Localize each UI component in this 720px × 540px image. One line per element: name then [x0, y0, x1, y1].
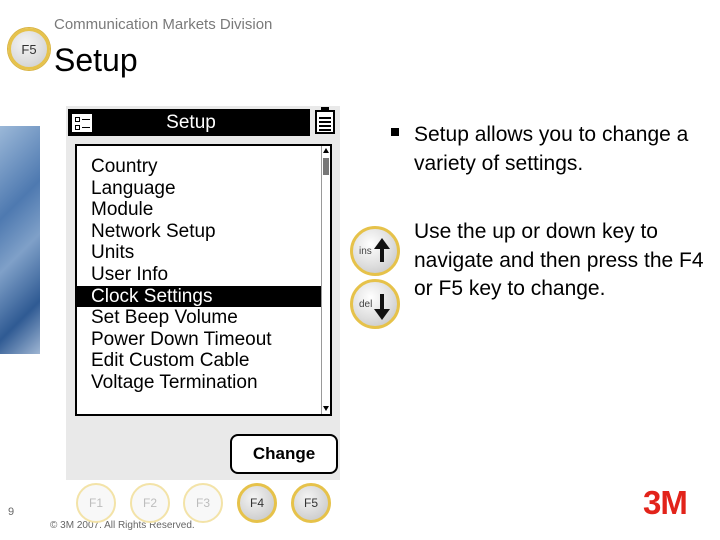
- device-titlebar: Setup: [68, 109, 310, 136]
- clipboard-icon[interactable]: [315, 107, 335, 134]
- function-key-f3[interactable]: F3: [183, 483, 223, 523]
- scroll-down-arrow-icon[interactable]: [323, 406, 329, 411]
- scroll-up-arrow-icon[interactable]: [323, 148, 329, 153]
- del-key-label: del: [359, 299, 373, 310]
- side-photo-image: [0, 126, 40, 354]
- f5-badge-label: F5: [21, 41, 37, 57]
- menu-item[interactable]: User Info: [77, 264, 324, 286]
- bullet-icon: [391, 128, 399, 136]
- function-key-f1[interactable]: F1: [76, 483, 116, 523]
- menu-item[interactable]: Country: [77, 156, 324, 178]
- setup-menu-list: Country Language Module Network Setup Units U…: [75, 144, 332, 416]
- device-screen: Setup Country Language Module Network Setup…: [66, 106, 340, 480]
- ins-key-label: ins: [359, 246, 372, 257]
- up-arrow-stem: [380, 248, 384, 262]
- menu-item[interactable]: Network Setup: [77, 221, 324, 243]
- copyright-text: © 3M 2007. All Rights Reserved.: [50, 520, 195, 531]
- menu-item[interactable]: Module: [77, 199, 324, 221]
- 3m-logo: 3M: [643, 484, 688, 521]
- description-bullet-1: Setup allows you to change a variety of …: [414, 123, 689, 175]
- down-arrow-key[interactable]: del: [350, 279, 400, 329]
- down-arrow-icon: [374, 309, 390, 320]
- menu-item[interactable]: Power Down Timeout: [77, 329, 324, 351]
- function-key-f5[interactable]: F5: [291, 483, 331, 523]
- up-arrow-key[interactable]: ins: [350, 226, 400, 276]
- scroll-thumb[interactable]: [323, 158, 329, 175]
- menu-item[interactable]: Clock Settings: [77, 285, 324, 308]
- division-name: Communication Markets Division: [54, 16, 273, 33]
- description-bullet-2: Use the up or down key to navigate and t…: [414, 220, 704, 300]
- device-title: Setup: [166, 112, 216, 133]
- menu-item[interactable]: Edit Custom Cable: [77, 350, 324, 372]
- menu-icon[interactable]: [71, 113, 93, 133]
- menu-list: Country Language Module Network Setup Units U…: [77, 156, 324, 394]
- scrollbar[interactable]: [321, 146, 330, 414]
- function-key-f2[interactable]: F2: [130, 483, 170, 523]
- menu-item[interactable]: Set Beep Volume: [77, 307, 324, 329]
- page-number: 9: [8, 506, 15, 518]
- down-arrow-stem: [380, 294, 384, 310]
- function-key-f4[interactable]: F4: [237, 483, 277, 523]
- menu-item[interactable]: Units: [77, 242, 324, 264]
- change-button[interactable]: Change: [230, 434, 338, 474]
- f5-badge-icon: F5: [8, 28, 50, 70]
- menu-item[interactable]: Voltage Termination: [77, 372, 324, 394]
- menu-item[interactable]: Language: [77, 178, 324, 200]
- slide-title: Setup: [54, 42, 138, 78]
